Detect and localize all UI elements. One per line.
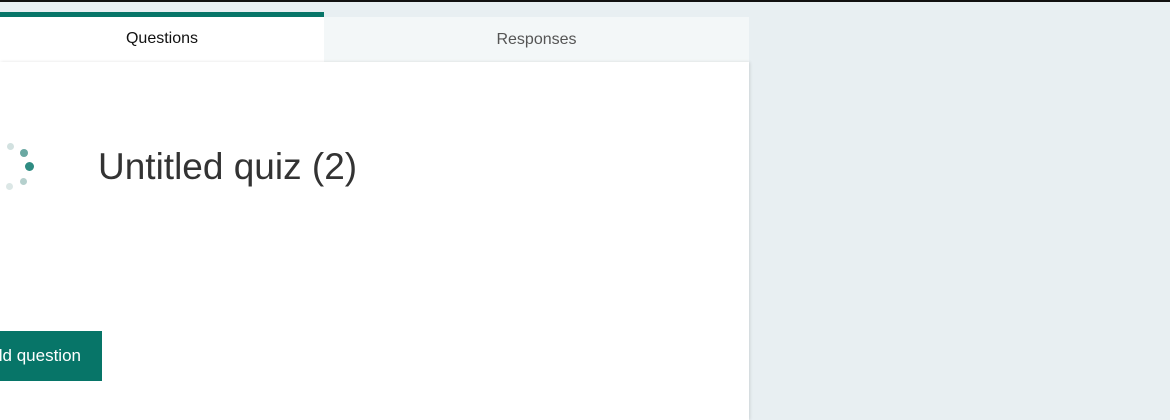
- window-top-border: [0, 0, 1170, 2]
- spinner-dot: [25, 162, 34, 171]
- tab-questions[interactable]: Questions: [0, 12, 324, 62]
- tab-responses-label: Responses: [496, 30, 577, 48]
- tab-responses[interactable]: Responses: [324, 17, 749, 62]
- spinner-dot: [20, 178, 27, 185]
- spinner-dot: [6, 183, 13, 190]
- spinner-dot: [20, 149, 28, 157]
- loading-spinner-icon: [0, 136, 40, 196]
- spinner-dot: [7, 143, 14, 150]
- tab-questions-label: Questions: [125, 29, 199, 47]
- questions-panel: [0, 62, 749, 420]
- add-question-button[interactable]: Add question: [0, 331, 102, 381]
- form-tabs: Questions Responses: [0, 12, 749, 62]
- form-title[interactable]: Untitled quiz (2): [98, 146, 357, 188]
